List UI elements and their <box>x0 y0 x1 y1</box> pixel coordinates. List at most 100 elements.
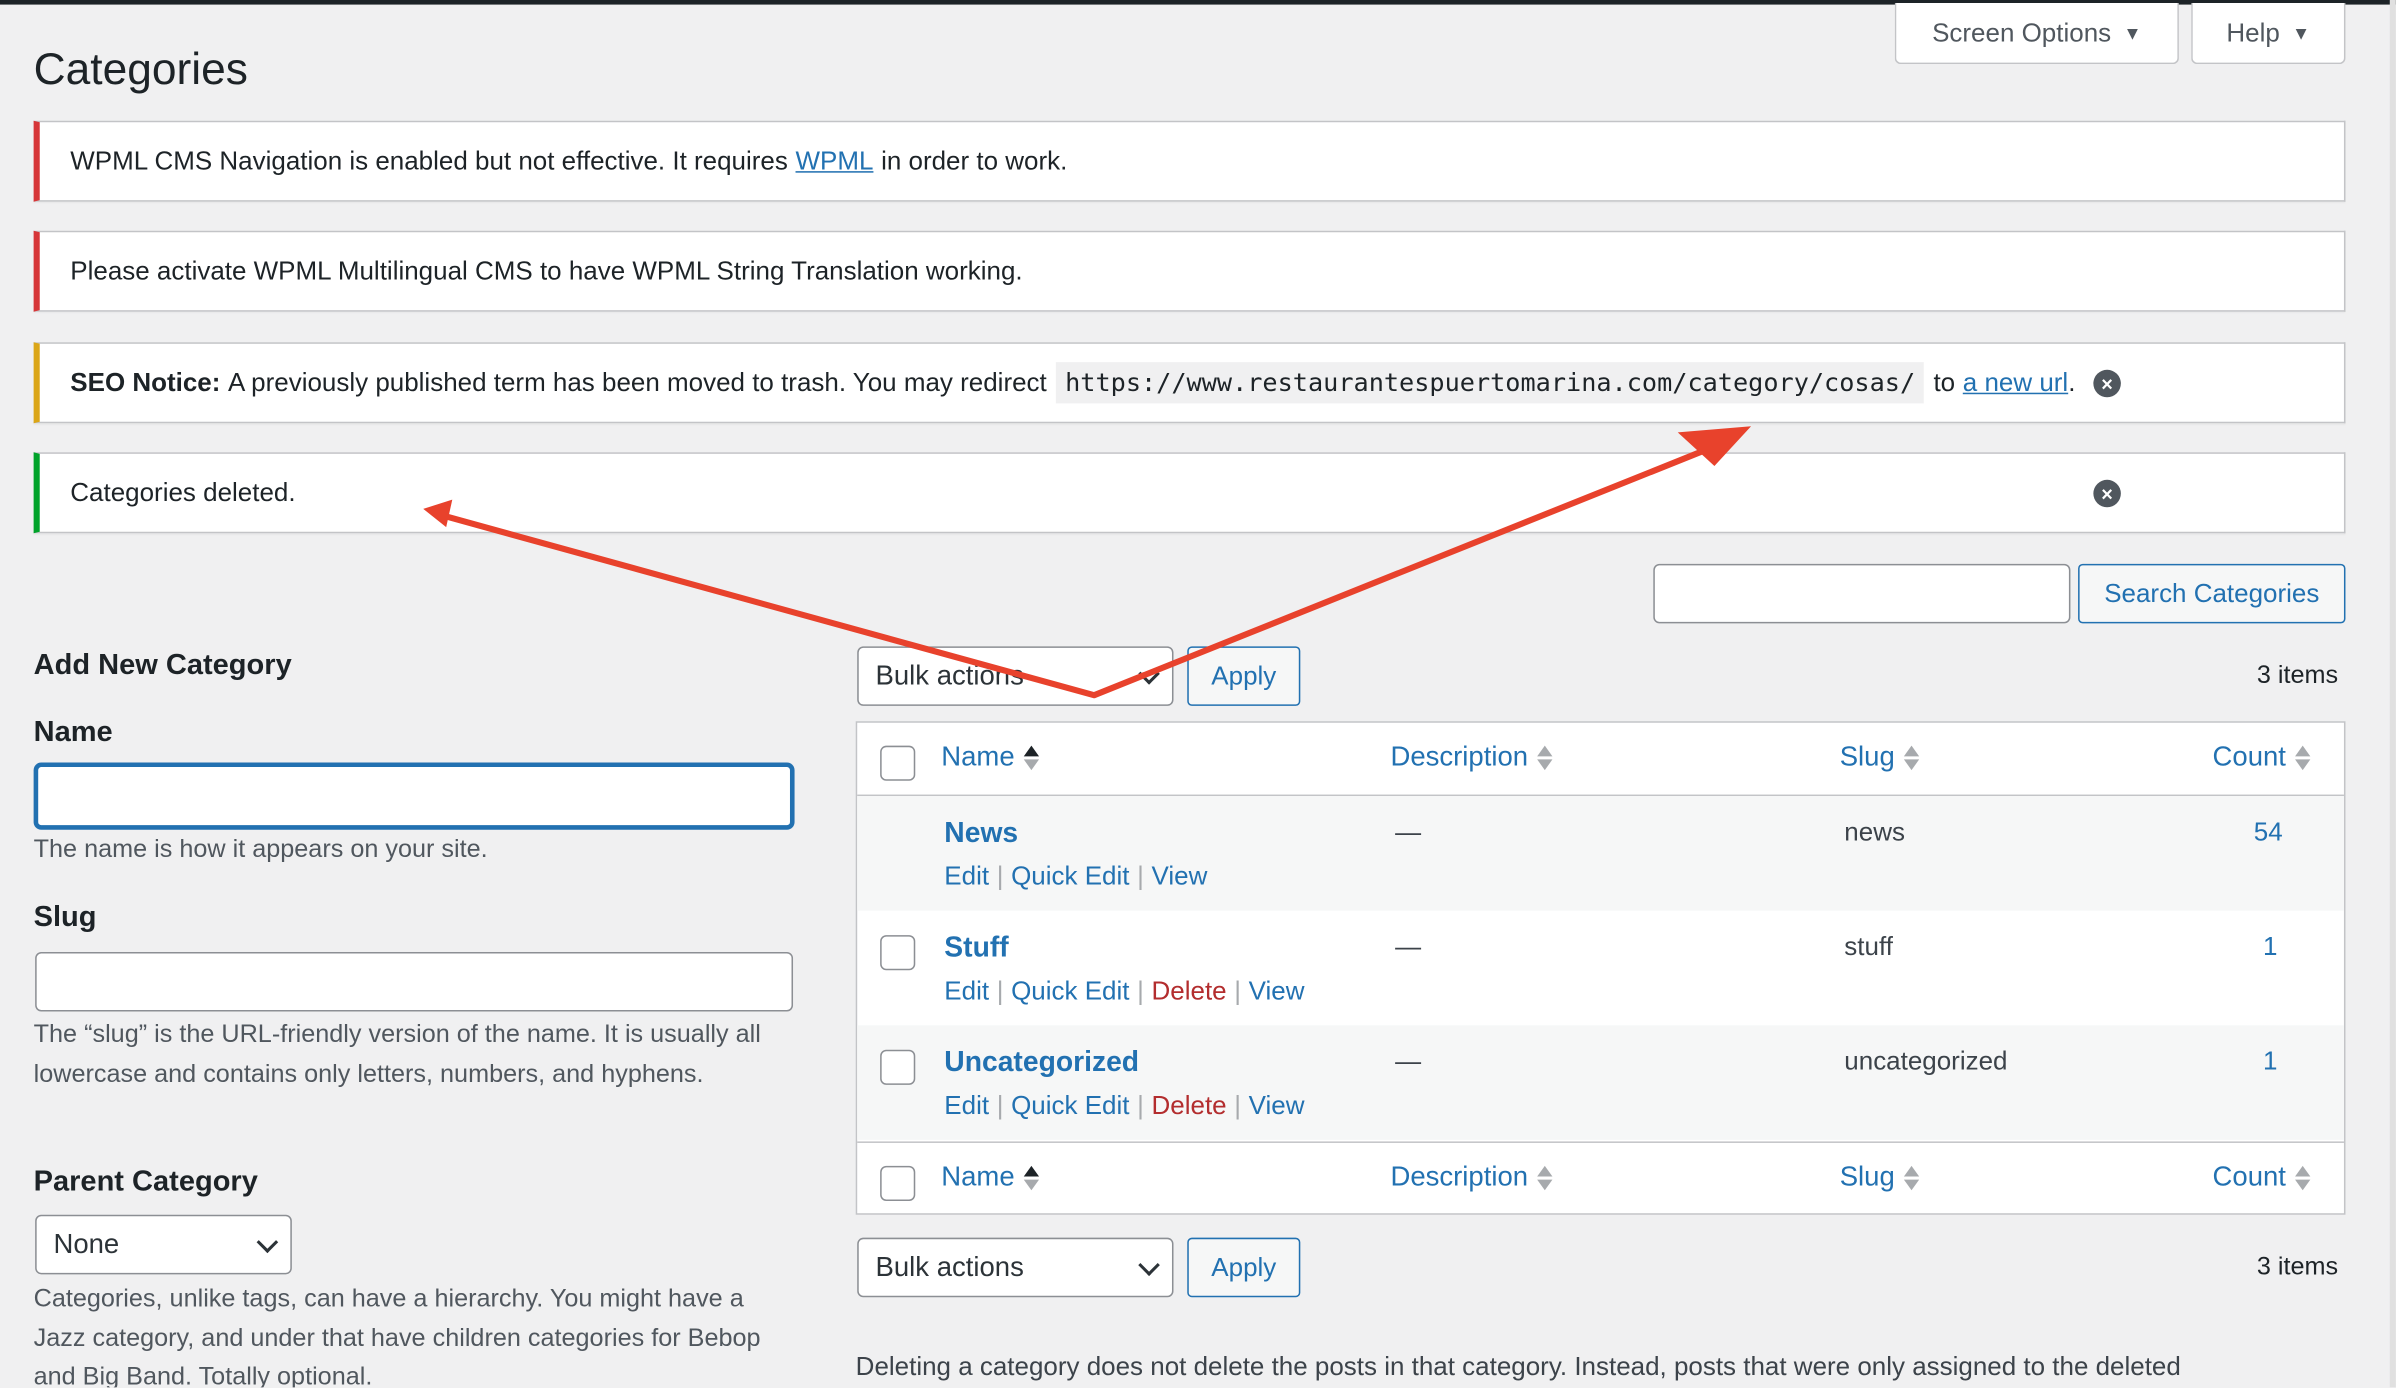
description-cell: — <box>1395 817 1422 847</box>
table-footer: Name Description Slug Count <box>857 1141 2344 1213</box>
view-link[interactable]: View <box>1249 1091 1305 1120</box>
name-label: Name <box>33 716 113 749</box>
dismiss-icon[interactable]: × <box>2093 479 2121 508</box>
slug-field[interactable] <box>35 951 794 1012</box>
column-count-footer[interactable]: Count <box>2213 1161 2311 1193</box>
column-description-header[interactable]: Description <box>1390 741 1553 773</box>
count-link[interactable]: 54 <box>2254 817 2283 848</box>
notice-success: Categories deleted. × <box>33 452 2346 534</box>
column-count-label: Count <box>2212 1161 2286 1192</box>
sort-icon <box>2295 744 2311 770</box>
description-cell: — <box>1395 1046 1422 1076</box>
edit-link[interactable]: Edit <box>944 1091 989 1120</box>
slug-cell: stuff <box>1844 932 1893 962</box>
parent-category-select[interactable]: None <box>35 1214 292 1275</box>
delete-category-note: Deleting a category does not delete the … <box>855 1352 2181 1382</box>
description-cell: — <box>1395 932 1422 962</box>
select-all-checkbox-footer[interactable] <box>880 1165 916 1202</box>
parent-category-value: None <box>53 1228 120 1260</box>
column-slug-footer[interactable]: Slug <box>1840 1161 1920 1193</box>
name-field[interactable] <box>35 764 794 829</box>
notice-text: to <box>1933 367 1956 397</box>
notice-text: Categories deleted. <box>70 477 296 507</box>
sort-icon <box>1023 1165 1040 1190</box>
notice-seo: SEO Notice: A previously published term … <box>33 342 2346 424</box>
wp-admin-screen: Screen Options ▼ Help ▼ Categories WPML … <box>0 0 2396 1388</box>
parent-help-text: Categories, unlike tags, can have a hier… <box>33 1285 761 1388</box>
table-row: News Edit | Quick Edit | View — news 54 <box>857 796 2344 911</box>
column-description-label: Description <box>1390 741 1529 772</box>
column-count-label: Count <box>2212 741 2286 772</box>
notice-text: WPML CMS Navigation is enabled but not e… <box>70 145 788 175</box>
scrollbar-track[interactable] <box>2389 0 2396 1388</box>
view-link[interactable]: View <box>1249 976 1305 1005</box>
select-all-checkbox[interactable] <box>880 745 916 781</box>
apply-button-top[interactable]: Apply <box>1187 646 1301 706</box>
category-name-link[interactable]: News <box>944 816 1018 850</box>
screen-options-button[interactable]: Screen Options ▼ <box>1894 3 2179 65</box>
quick-edit-link[interactable]: Quick Edit <box>1011 862 1129 891</box>
caret-down-icon: ▼ <box>2292 22 2311 44</box>
help-button[interactable]: Help ▼ <box>2191 3 2346 65</box>
notice-text: A previously published term has been mov… <box>228 367 1047 397</box>
row-checkbox[interactable] <box>880 935 916 971</box>
category-name-link[interactable]: Uncategorized <box>944 1045 1139 1079</box>
count-link[interactable]: 1 <box>2263 932 2277 963</box>
search-categories-button[interactable]: Search Categories <box>2078 563 2346 624</box>
sort-icon <box>1537 744 1553 770</box>
column-slug-label: Slug <box>1839 1161 1895 1192</box>
notice-wpml-string-translation: Please activate WPML Multilingual CMS to… <box>33 230 2346 312</box>
column-slug-label: Slug <box>1839 741 1895 772</box>
sort-icon <box>2295 1165 2311 1190</box>
chevron-down-icon <box>256 1230 279 1253</box>
help-label: Help <box>2226 17 2280 47</box>
view-link[interactable]: View <box>1152 862 1208 891</box>
column-count-header[interactable]: Count <box>2213 741 2311 773</box>
sort-icon <box>1903 744 1920 770</box>
wpml-link[interactable]: WPML <box>796 146 874 177</box>
row-actions: Edit | Quick Edit | Delete | View <box>944 1090 1305 1121</box>
items-count-bottom: 3 items <box>2256 1252 2339 1281</box>
table-row: Uncategorized Edit | Quick Edit | Delete | Vie… <box>857 1025 2344 1140</box>
quick-edit-link[interactable]: Quick Edit <box>1011 976 1129 1005</box>
new-url-link[interactable]: a new url <box>1963 367 2068 398</box>
categories-table: Name Description Slug Count News Edit | Qu… <box>855 721 2346 1215</box>
row-actions: Edit | Quick Edit | View <box>944 861 1208 891</box>
notice-text: in order to work. <box>881 145 1068 175</box>
column-name-label: Name <box>941 1161 1015 1192</box>
caret-down-icon: ▼ <box>2123 22 2142 44</box>
quick-edit-link[interactable]: Quick Edit <box>1011 1091 1129 1120</box>
slug-help-text: The “slug” is the URL-friendly version o… <box>33 1020 761 1088</box>
count-link[interactable]: 1 <box>2263 1047 2277 1078</box>
edit-link[interactable]: Edit <box>944 862 989 891</box>
sort-icon <box>1537 1165 1553 1190</box>
column-slug-header[interactable]: Slug <box>1840 741 1920 773</box>
add-new-category-heading: Add New Category <box>33 649 292 682</box>
items-count-top: 3 items <box>2256 661 2339 690</box>
dismiss-icon[interactable]: × <box>2093 369 2121 398</box>
row-actions: Edit | Quick Edit | Delete | View <box>944 976 1305 1006</box>
delete-link[interactable]: Delete <box>1152 1091 1227 1120</box>
category-name-link[interactable]: Stuff <box>944 931 1008 965</box>
column-name-footer[interactable]: Name <box>941 1161 1040 1193</box>
bulk-actions-value: Bulk actions <box>875 660 1024 691</box>
sort-icon <box>1903 1165 1920 1190</box>
column-description-footer[interactable]: Description <box>1390 1161 1553 1193</box>
edit-link[interactable]: Edit <box>944 976 989 1005</box>
slug-label: Slug <box>33 901 97 934</box>
column-description-label: Description <box>1390 1161 1529 1192</box>
chevron-down-icon <box>1138 662 1160 684</box>
column-name-header[interactable]: Name <box>941 741 1040 773</box>
delete-link[interactable]: Delete <box>1152 976 1227 1005</box>
row-checkbox[interactable] <box>880 1049 916 1085</box>
parent-category-label: Parent Category <box>33 1165 258 1198</box>
screen-options-label: Screen Options <box>1932 17 2112 47</box>
bulk-actions-select-bottom[interactable]: Bulk actions <box>857 1237 1174 1298</box>
apply-button-bottom[interactable]: Apply <box>1187 1237 1301 1298</box>
bulk-actions-select-top[interactable]: Bulk actions <box>857 646 1174 706</box>
slug-cell: uncategorized <box>1844 1046 2008 1076</box>
seo-notice-label: SEO Notice: <box>70 367 221 397</box>
search-input[interactable] <box>1653 563 2071 624</box>
sort-icon <box>1023 744 1040 770</box>
page-title: Categories <box>33 45 248 95</box>
